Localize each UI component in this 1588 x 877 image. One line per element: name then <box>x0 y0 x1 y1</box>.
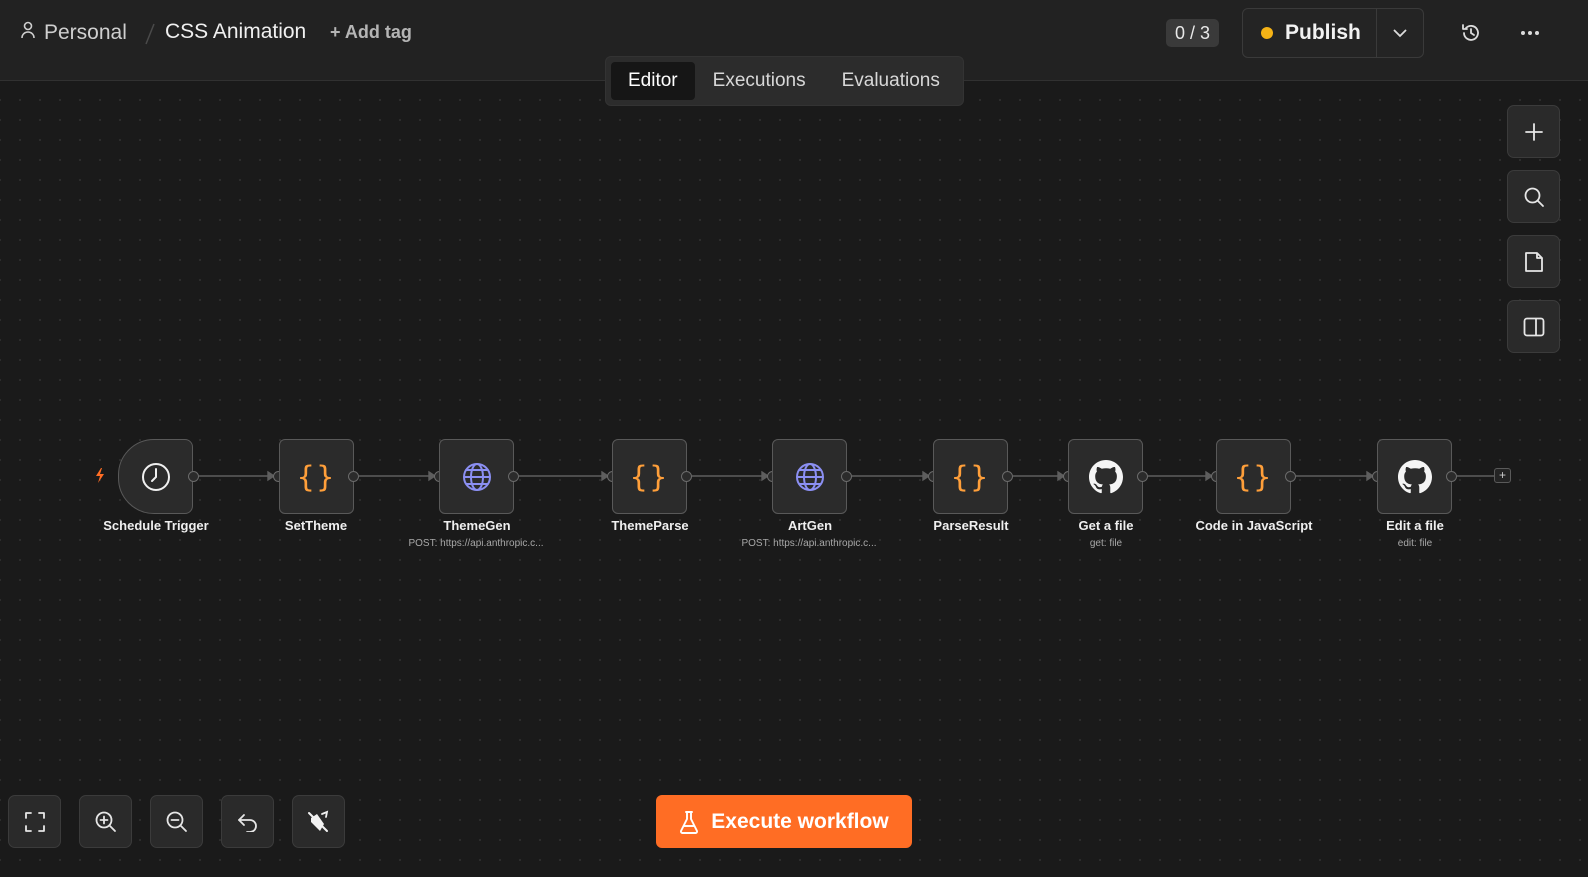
node-settheme[interactable]: {} <box>279 439 354 514</box>
output-port[interactable] <box>1446 471 1457 482</box>
node-artgen[interactable] <box>772 439 847 514</box>
globe-icon <box>795 462 824 491</box>
code-braces-icon: {} <box>1234 459 1273 494</box>
node-get-a-file[interactable] <box>1068 439 1143 514</box>
code-braces-icon: {} <box>297 459 336 494</box>
zoom-in-icon <box>95 811 116 832</box>
clock-icon <box>141 462 170 491</box>
github-icon <box>1088 459 1123 493</box>
zoom-out-button[interactable] <box>150 795 203 848</box>
zoom-out-icon <box>166 811 187 832</box>
add-next-node-button[interactable]: + <box>1494 468 1511 483</box>
clear-execution-button[interactable] <box>292 795 345 848</box>
globe-icon <box>462 462 491 491</box>
undo-icon <box>237 813 257 832</box>
node-subtitle: get: file <box>1089 538 1123 549</box>
output-port[interactable] <box>188 471 199 482</box>
code-braces-icon: {} <box>630 459 669 494</box>
node-subtitle: edit: file <box>1397 538 1433 549</box>
node-parseresult[interactable]: {} <box>933 439 1008 514</box>
node-label: ThemeGen <box>443 518 511 533</box>
undo-button[interactable] <box>221 795 274 848</box>
node-label: Edit a file <box>1386 518 1444 533</box>
node-edit-a-file[interactable] <box>1377 439 1452 514</box>
output-port[interactable] <box>841 471 852 482</box>
output-port[interactable] <box>508 471 519 482</box>
node-code-in-javascript[interactable]: {} <box>1216 439 1291 514</box>
node-themegen[interactable] <box>439 439 514 514</box>
lightning-icon <box>96 468 104 483</box>
fit-view-icon <box>24 811 45 832</box>
fit-view-button[interactable] <box>8 795 61 848</box>
node-subtitle: POST: https://api.anthropic.c... <box>741 538 877 549</box>
node-subtitle: POST: https://api.anthropic.c... <box>408 538 544 549</box>
execute-workflow-button[interactable]: Execute workflow <box>656 795 912 848</box>
zoom-in-button[interactable] <box>79 795 132 848</box>
execute-workflow-label: Execute workflow <box>711 809 889 833</box>
github-icon <box>1397 459 1432 493</box>
node-themeparse[interactable]: {} <box>612 439 687 514</box>
output-port[interactable] <box>1285 471 1296 482</box>
output-port[interactable] <box>681 471 692 482</box>
flask-icon <box>680 810 699 834</box>
code-braces-icon: {} <box>951 459 990 494</box>
node-schedule-trigger[interactable] <box>118 439 193 514</box>
output-port[interactable] <box>1002 471 1013 482</box>
output-port[interactable] <box>348 471 359 482</box>
clear-execution-icon <box>307 810 328 832</box>
output-port[interactable] <box>1137 471 1148 482</box>
